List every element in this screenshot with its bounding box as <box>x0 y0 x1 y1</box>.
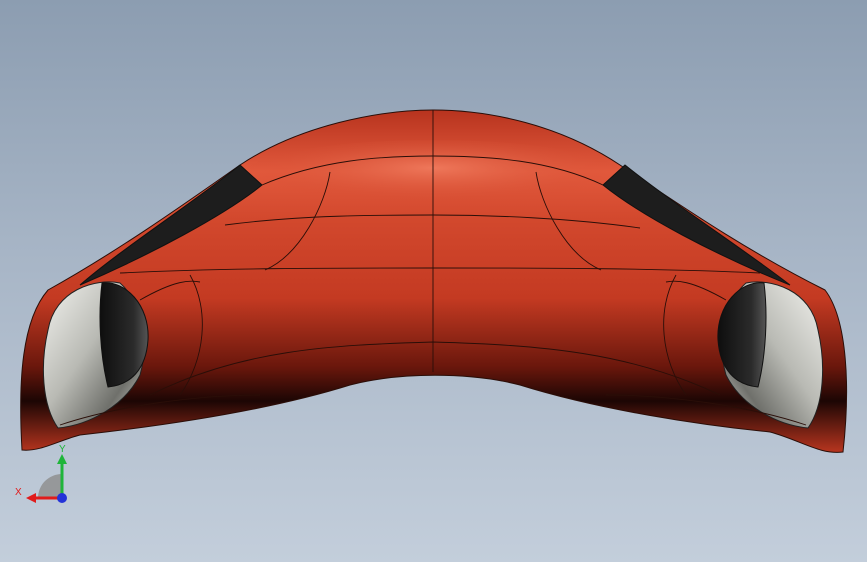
triad-base-quadrant <box>38 474 62 498</box>
x-axis-label: X <box>15 487 22 498</box>
y-axis-label: Y <box>59 444 66 455</box>
y-axis-arrow <box>57 454 67 464</box>
coordinate-triad: X Y <box>15 444 67 503</box>
z-axis-dot <box>57 493 67 503</box>
car-front-model[interactable] <box>0 0 867 562</box>
graphics-viewport[interactable]: X Y <box>0 0 867 562</box>
x-axis-arrow <box>26 493 36 503</box>
